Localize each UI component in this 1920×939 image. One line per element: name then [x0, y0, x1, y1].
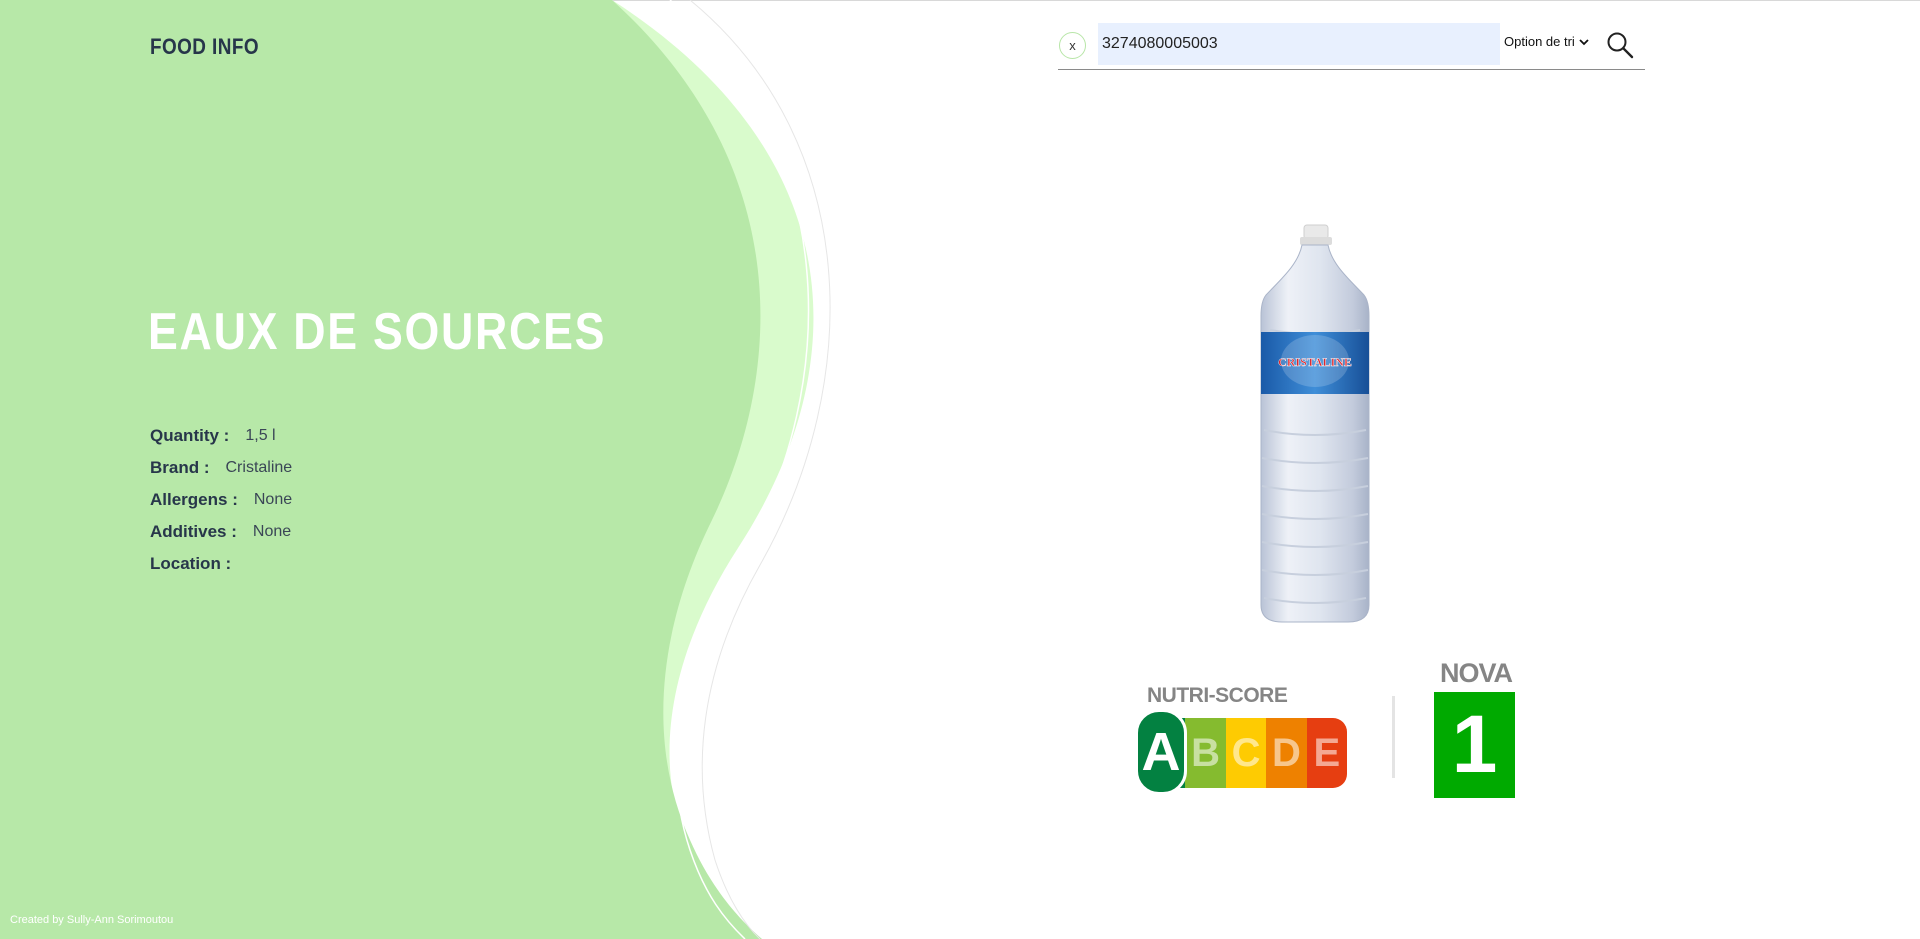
info-row-allergens: Allergens : None	[150, 484, 292, 516]
clear-search-button[interactable]: x	[1059, 32, 1086, 59]
product-info-list: Quantity : 1,5 l Brand : Cristaline Alle…	[150, 420, 292, 580]
nutri-grade-b: B	[1185, 718, 1226, 788]
search-icon[interactable]	[1606, 31, 1634, 59]
info-row-brand: Brand : Cristaline	[150, 452, 292, 484]
nova-badge: NOVA 1	[1434, 658, 1518, 798]
nutri-grade-e: E	[1306, 718, 1347, 788]
nutri-score-title: NUTRI-SCORE	[1147, 684, 1288, 707]
score-divider	[1392, 696, 1395, 778]
quantity-value: 1,5 l	[245, 427, 276, 444]
additives-label: Additives :	[150, 522, 237, 541]
nova-value: 1	[1434, 692, 1515, 798]
quantity-label: Quantity :	[150, 426, 230, 445]
info-row-location: Location :	[150, 548, 292, 580]
allergens-label: Allergens :	[150, 490, 238, 509]
nutri-grade-d: D	[1266, 718, 1307, 788]
brand-label: Brand :	[150, 458, 210, 477]
nutri-score-badge: NUTRI-SCORE A B C D E A	[1135, 684, 1350, 796]
footer-credit: Created by Sully-Ann Sorimoutou	[10, 914, 174, 926]
location-label: Location :	[150, 554, 232, 573]
product-bottle-image: CRISTALINE	[1260, 224, 1370, 623]
nova-title: NOVA	[1439, 658, 1513, 688]
chevron-down-icon	[1579, 38, 1589, 45]
sort-option-label: Option de tri	[1504, 34, 1575, 49]
app-logo[interactable]: FOOD INFO	[150, 34, 259, 60]
nutri-grade-c: C	[1225, 718, 1267, 788]
brand-value: Cristaline	[225, 459, 293, 476]
bottle-brand-text: CRISTALINE	[1278, 355, 1352, 369]
nutri-selected-grade: A	[1135, 709, 1187, 795]
info-row-additives: Additives : None	[150, 516, 292, 548]
sort-option-select[interactable]: Option de tri	[1504, 34, 1589, 49]
search-bar: x Option de tri	[1058, 22, 1645, 70]
additives-value: None	[252, 523, 292, 540]
search-input[interactable]	[1098, 23, 1500, 65]
info-row-quantity: Quantity : 1,5 l	[150, 420, 292, 452]
allergens-value: None	[253, 491, 293, 508]
product-title: EAUX DE SOURCES	[148, 303, 607, 361]
